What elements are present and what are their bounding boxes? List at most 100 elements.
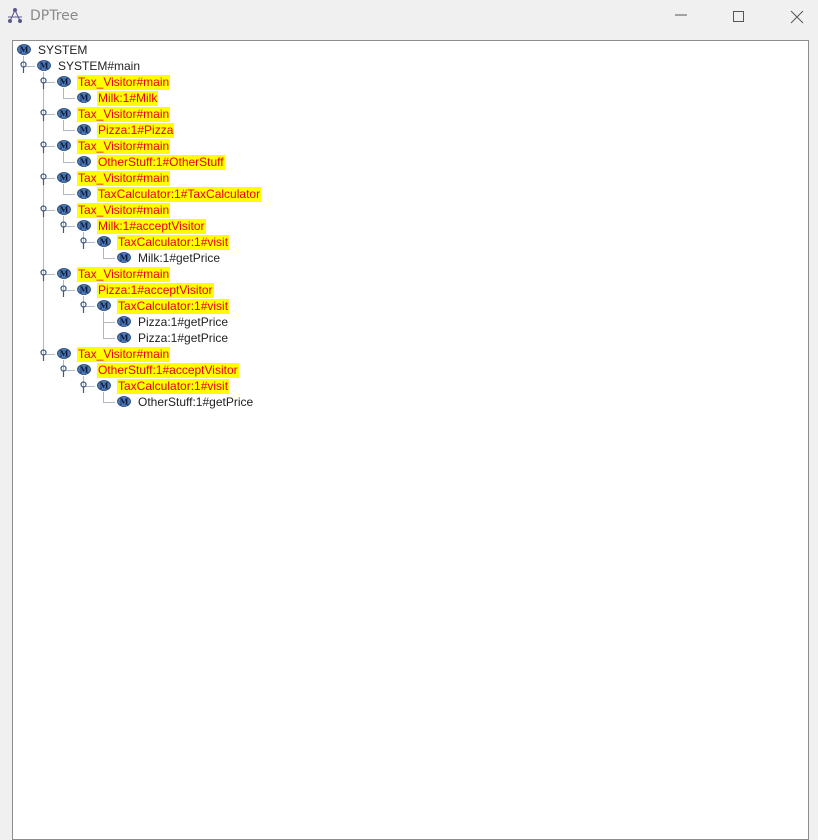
- tree-node-label: Tax_Visitor#main: [77, 267, 171, 282]
- tree-node-label: SYSTEM: [38, 43, 88, 57]
- close-button[interactable]: [774, 0, 818, 34]
- tree-node-label: Milk:1#Milk: [97, 91, 159, 106]
- method-icon: M: [77, 92, 91, 103]
- tree-connector: [103, 402, 115, 403]
- tree-row[interactable]: M OtherStuff:1#getPrice: [13, 394, 808, 410]
- tree-row[interactable]: M OtherStuff:1#acceptVisitor: [13, 362, 808, 378]
- expand-handle-icon[interactable]: [39, 268, 48, 282]
- expand-handle-icon[interactable]: [39, 204, 48, 218]
- svg-text:M: M: [100, 301, 109, 311]
- tree-node-label: Pizza:1#getPrice: [138, 315, 229, 329]
- tree-row[interactable]: M Tax_Visitor#main: [13, 74, 808, 90]
- tree-row[interactable]: M Pizza:1#getPrice: [13, 330, 808, 346]
- tree-connector: [63, 194, 75, 195]
- svg-text:M: M: [80, 365, 89, 375]
- svg-text:M: M: [40, 61, 49, 71]
- svg-text:M: M: [60, 269, 69, 279]
- svg-text:M: M: [60, 173, 69, 183]
- expand-handle-icon[interactable]: [39, 140, 48, 154]
- maximize-button[interactable]: [716, 0, 762, 34]
- tree-node-label: TaxCalculator:1#visit: [117, 379, 230, 394]
- tree-view[interactable]: M SYSTEM M SYSTEM#main M Tax_Visitor#main M Mil…: [12, 40, 809, 840]
- method-icon: M: [57, 140, 71, 151]
- tree-connector: [103, 258, 115, 259]
- expand-handle-icon[interactable]: [59, 220, 68, 234]
- expand-handle-icon[interactable]: [39, 348, 48, 362]
- tree-row[interactable]: M SYSTEM: [13, 42, 808, 58]
- tree-node-label: OtherStuff:1#OtherStuff: [97, 155, 225, 170]
- tree-row[interactable]: M TaxCalculator:1#visit: [13, 378, 808, 394]
- tree-connector: [63, 162, 75, 163]
- tree-node-label: OtherStuff:1#acceptVisitor: [97, 363, 239, 378]
- method-icon: M: [117, 316, 131, 327]
- svg-text:M: M: [100, 381, 109, 391]
- svg-text:M: M: [20, 45, 29, 55]
- svg-text:M: M: [100, 237, 109, 247]
- tree-node-label: Pizza:1#acceptVisitor: [97, 283, 214, 298]
- svg-text:M: M: [60, 349, 69, 359]
- tree-node-label: Tax_Visitor#main: [77, 203, 171, 218]
- method-icon: M: [57, 268, 71, 279]
- expand-handle-icon[interactable]: [19, 60, 28, 74]
- expand-handle-icon[interactable]: [39, 108, 48, 122]
- expand-handle-icon[interactable]: [79, 300, 88, 314]
- svg-text:M: M: [120, 333, 129, 343]
- method-icon: M: [57, 204, 71, 215]
- method-icon: M: [97, 236, 111, 247]
- method-icon: M: [117, 252, 131, 263]
- expand-handle-icon[interactable]: [59, 364, 68, 378]
- method-icon: M: [77, 220, 91, 231]
- method-icon: M: [77, 156, 91, 167]
- title-bar[interactable]: DPTree: [0, 0, 818, 34]
- svg-text:M: M: [80, 285, 89, 295]
- svg-text:M: M: [80, 221, 89, 231]
- minimize-button[interactable]: [658, 0, 704, 34]
- maximize-icon: [733, 11, 744, 22]
- tree-row[interactable]: M Tax_Visitor#main: [13, 170, 808, 186]
- method-icon: M: [57, 108, 71, 119]
- tree-connector: [103, 322, 115, 323]
- tree-row[interactable]: M Milk:1#getPrice: [13, 250, 808, 266]
- close-icon: [790, 10, 804, 24]
- tree-row[interactable]: M Pizza:1#acceptVisitor: [13, 282, 808, 298]
- tree-node-label: OtherStuff:1#getPrice: [138, 395, 254, 409]
- tree-node-label: Tax_Visitor#main: [77, 75, 171, 90]
- tree-row[interactable]: M SYSTEM#main: [13, 58, 808, 74]
- svg-text:M: M: [120, 397, 129, 407]
- expand-handle-icon[interactable]: [39, 76, 48, 90]
- method-icon: M: [77, 284, 91, 295]
- tree-node-label: Tax_Visitor#main: [77, 171, 171, 186]
- tree-row[interactable]: M Tax_Visitor#main: [13, 346, 808, 362]
- svg-text:M: M: [60, 77, 69, 87]
- tree-row[interactable]: M Tax_Visitor#main: [13, 202, 808, 218]
- tree-row[interactable]: M Tax_Visitor#main: [13, 138, 808, 154]
- tree-row[interactable]: M TaxCalculator:1#visit: [13, 234, 808, 250]
- svg-text:M: M: [120, 317, 129, 327]
- svg-text:M: M: [80, 157, 89, 167]
- tree-row[interactable]: M Tax_Visitor#main: [13, 266, 808, 282]
- expand-handle-icon[interactable]: [79, 236, 88, 250]
- method-icon: M: [77, 188, 91, 199]
- tree-node-label: Milk:1#getPrice: [138, 251, 221, 265]
- tree-row[interactable]: M Pizza:1#getPrice: [13, 314, 808, 330]
- tree-node-label: TaxCalculator:1#TaxCalculator: [97, 187, 262, 202]
- tree-connector: [63, 130, 75, 131]
- tree-row[interactable]: M Tax_Visitor#main: [13, 106, 808, 122]
- tree-node-label: TaxCalculator:1#visit: [117, 235, 230, 250]
- expand-handle-icon[interactable]: [79, 380, 88, 394]
- tree-row[interactable]: M TaxCalculator:1#visit: [13, 298, 808, 314]
- expand-handle-icon[interactable]: [39, 172, 48, 186]
- tree-row[interactable]: M TaxCalculator:1#TaxCalculator: [13, 186, 808, 202]
- expand-handle-icon[interactable]: [59, 284, 68, 298]
- method-icon: M: [77, 124, 91, 135]
- method-icon: M: [57, 76, 71, 87]
- svg-text:M: M: [60, 109, 69, 119]
- minimize-icon: [675, 14, 687, 16]
- tree-row[interactable]: M Pizza:1#Pizza: [13, 122, 808, 138]
- svg-text:M: M: [60, 141, 69, 151]
- tree-row[interactable]: M Milk:1#acceptVisitor: [13, 218, 808, 234]
- method-icon: M: [117, 332, 131, 343]
- svg-text:M: M: [60, 205, 69, 215]
- tree-row[interactable]: M Milk:1#Milk: [13, 90, 808, 106]
- tree-row[interactable]: M OtherStuff:1#OtherStuff: [13, 154, 808, 170]
